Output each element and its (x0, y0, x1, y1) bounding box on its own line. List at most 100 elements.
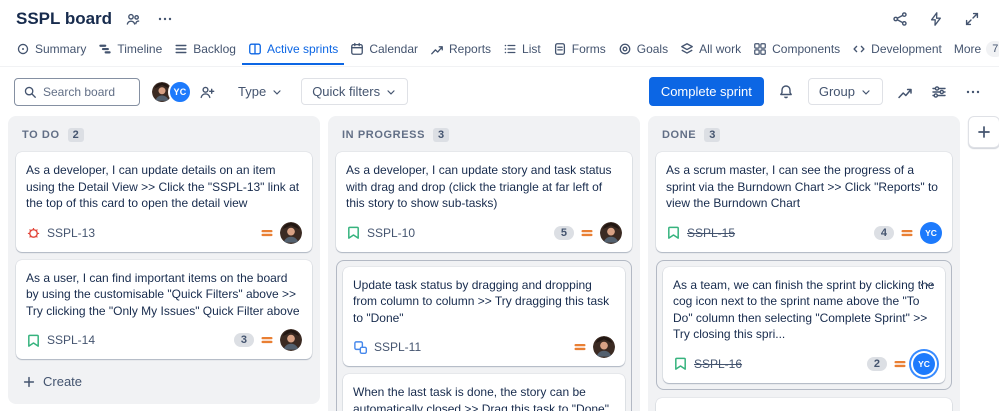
assignee-avatar[interactable] (600, 221, 622, 244)
card-sspl-17[interactable]: Instructions for deleting this sample bo… (656, 397, 952, 411)
card-sspl-12[interactable]: When the last task is done, the story ca… (343, 374, 625, 411)
backlog-icon (175, 44, 187, 54)
user-photo-avatar (593, 336, 615, 359)
automation-button[interactable] (925, 8, 947, 30)
tab-label: Forms (571, 42, 606, 56)
tab-forms[interactable]: Forms (547, 35, 612, 65)
story-icon (348, 226, 359, 240)
tab-label: Development (871, 42, 942, 56)
subtask-group: Update task status by dragging and dropp… (336, 259, 632, 411)
card-key[interactable]: SSPL-10 (367, 226, 415, 240)
create-issue-button[interactable]: Create (16, 367, 312, 396)
more-horizontal-icon (920, 283, 934, 286)
assignee-avatar-yc[interactable]: YC (920, 221, 942, 244)
card-key[interactable]: SSPL-14 (47, 333, 95, 347)
board-more-button[interactable] (154, 8, 176, 30)
fullscreen-button[interactable] (961, 8, 983, 30)
plus-icon (23, 376, 35, 387)
create-label: Create (43, 374, 83, 390)
tab-calendar[interactable]: Calendar (344, 35, 424, 65)
type-filter-label: Type (238, 84, 267, 99)
assignee-avatar-yc[interactable]: YC (913, 352, 935, 375)
search-box[interactable] (14, 77, 140, 106)
card-more-button[interactable] (915, 273, 939, 297)
card-key[interactable]: SSPL-16 (694, 357, 742, 371)
tab-more[interactable]: More 7 (948, 34, 999, 66)
column-count-badge: 2 (67, 128, 84, 142)
add-person-icon (200, 86, 215, 98)
sprint-board: TO DO 2 As a developer, I can update det… (0, 114, 999, 411)
components-icon (754, 43, 766, 55)
tab-goals[interactable]: Goals (612, 35, 674, 65)
user-photo-avatar (280, 221, 302, 244)
share-button[interactable] (889, 8, 911, 30)
chevron-down-icon (387, 89, 395, 95)
column-card-list: As a scrum master, I can see the progres… (656, 152, 952, 411)
assignee-avatar[interactable] (280, 329, 302, 352)
tab-label: Backlog (193, 42, 236, 56)
complete-sprint-button[interactable]: Complete sprint (648, 77, 764, 106)
group-button[interactable]: Group (807, 78, 883, 105)
card-footer: SSPL-15 4 YC (666, 221, 942, 244)
all-work-icon (681, 43, 693, 54)
subtask-icon (354, 340, 368, 354)
card-sspl-15[interactable]: As a scrum master, I can see the progres… (656, 152, 952, 252)
column-done: DONE 3 As a scrum master, I can see the … (648, 116, 960, 411)
collaborators-icon (126, 13, 140, 25)
type-filter-button[interactable]: Type (230, 79, 291, 104)
tab-active-sprints[interactable]: Active sprints (241, 35, 345, 65)
tab-summary[interactable]: Summary (10, 35, 92, 65)
toolbar-actions: Complete sprint Group (648, 77, 985, 106)
forms-icon (554, 43, 565, 55)
tab-backlog[interactable]: Backlog (168, 35, 242, 65)
tab-label: Active sprints (266, 42, 339, 56)
goals-icon (619, 43, 631, 55)
assignee-avatar[interactable] (280, 221, 302, 244)
tab-development[interactable]: Development (846, 35, 948, 65)
plus-icon (978, 126, 990, 138)
tab-label: Components (772, 42, 841, 56)
card-sspl-16[interactable]: As a team, we can finish the sprint by c… (663, 266, 945, 383)
card-key[interactable]: SSPL-13 (47, 226, 95, 240)
card-sspl-10[interactable]: As a developer, I can update story and t… (336, 152, 632, 252)
sliders-icon (932, 85, 946, 98)
expand-icon (965, 12, 979, 26)
card-group: As a team, we can finish the sprint by c… (656, 259, 952, 390)
tab-all-work[interactable]: All work (674, 35, 747, 65)
summary-icon (17, 43, 29, 55)
column-title: TO DO (22, 129, 60, 141)
insights-button[interactable] (893, 80, 917, 104)
tab-reports[interactable]: Reports (424, 35, 497, 65)
priority-medium-icon (261, 337, 273, 344)
user-photo-avatar (280, 329, 302, 352)
card-sspl-14[interactable]: As a user, I can find important items on… (16, 259, 312, 360)
list-icon (504, 44, 516, 54)
add-column-button[interactable] (968, 116, 999, 148)
card-sspl-11[interactable]: Update task status by dragging and dropp… (343, 266, 625, 367)
more-horizontal-icon (158, 17, 172, 21)
card-summary: As a developer, I can update story and t… (346, 163, 612, 211)
card-key[interactable]: SSPL-11 (374, 340, 421, 354)
priority-medium-icon (574, 344, 586, 351)
add-people-button[interactable] (194, 79, 220, 105)
chevron-down-icon (273, 89, 281, 95)
board-options-button[interactable] (961, 80, 985, 104)
card-key[interactable]: SSPL-15 (687, 226, 735, 240)
column-header: TO DO 2 (16, 124, 312, 152)
notifications-button[interactable] (774, 80, 798, 104)
tab-label: More (953, 42, 982, 56)
bug-icon (27, 228, 40, 239)
tab-timeline[interactable]: Timeline (92, 35, 168, 65)
tab-label: Timeline (117, 42, 163, 56)
assignee-avatar[interactable] (593, 336, 615, 359)
avatar-yc[interactable]: YC (168, 79, 192, 104)
view-settings-button[interactable] (927, 80, 951, 104)
board-collaborators-button[interactable] (122, 8, 144, 30)
search-input[interactable] (43, 84, 131, 99)
card-sspl-13[interactable]: As a developer, I can update details on … (16, 152, 312, 252)
tab-list[interactable]: List (497, 35, 547, 65)
tab-components[interactable]: Components (747, 35, 846, 65)
quick-filters-button[interactable]: Quick filters (301, 78, 409, 105)
member-avatars: YC (150, 79, 220, 105)
column-title: IN PROGRESS (342, 129, 426, 141)
